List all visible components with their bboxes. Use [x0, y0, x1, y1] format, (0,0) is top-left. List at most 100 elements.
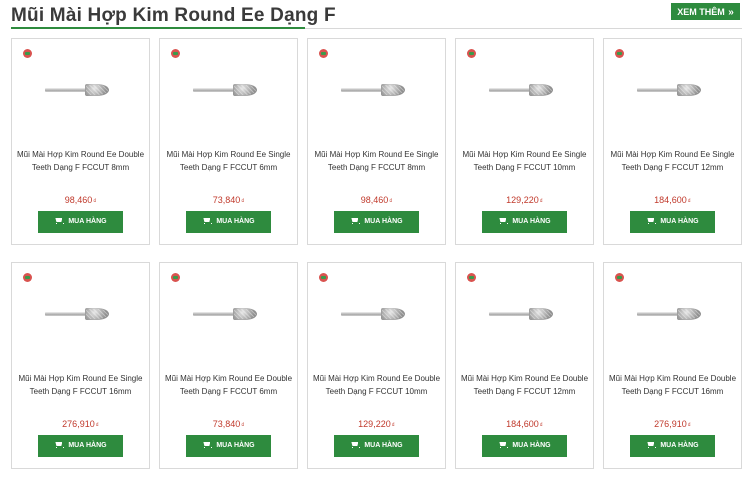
currency-symbol: ₫: [389, 199, 393, 205]
product-image[interactable]: [193, 83, 259, 97]
product-card[interactable]: Mũi Mài Hợp Kim Round Ee Single Teeth Dạ…: [455, 38, 594, 245]
burr-shank: [193, 312, 235, 316]
product-card[interactable]: Mũi Mài Hợp Kim Round Ee Double Teeth Dạ…: [159, 262, 298, 469]
burr-shank: [45, 312, 87, 316]
product-image[interactable]: [637, 307, 703, 321]
brand-badge-icon: [171, 49, 180, 58]
price-value: 129,220: [506, 195, 539, 205]
burr-head: [85, 308, 109, 320]
cart-icon: [54, 441, 65, 448]
buy-button[interactable]: MUA HÀNG: [334, 435, 419, 457]
cart-icon: [350, 441, 361, 448]
product-name-link[interactable]: Mũi Mài Hợp Kim Round Ee Single Teeth Dạ…: [460, 149, 589, 174]
product-image[interactable]: [637, 83, 703, 97]
product-image[interactable]: [341, 307, 407, 321]
brand-badge-icon: [23, 273, 32, 282]
cart-icon: [350, 217, 361, 224]
burr-shank: [45, 88, 87, 92]
product-price: 276,910₫: [604, 419, 741, 429]
product-name-link[interactable]: Mũi Mài Hợp Kim Round Ee Double Teeth Dạ…: [164, 373, 293, 398]
product-name-link[interactable]: Mũi Mài Hợp Kim Round Ee Single Teeth Dạ…: [312, 149, 441, 174]
cart-icon: [54, 217, 65, 224]
product-name-link[interactable]: Mũi Mài Hợp Kim Round Ee Double Teeth Dạ…: [608, 373, 737, 398]
cart-icon: [498, 441, 509, 448]
buy-button-label: MUA HÀNG: [512, 442, 551, 449]
burr-head: [85, 84, 109, 96]
product-name-link[interactable]: Mũi Mài Hợp Kim Round Ee Single Teeth Dạ…: [164, 149, 293, 174]
buy-button-label: MUA HÀNG: [68, 218, 107, 225]
burr-head: [233, 308, 257, 320]
product-image[interactable]: [489, 307, 555, 321]
product-card[interactable]: Mũi Mài Hợp Kim Round Ee Single Teeth Dạ…: [603, 38, 742, 245]
buy-button[interactable]: MUA HÀNG: [186, 211, 271, 233]
currency-symbol: ₫: [687, 423, 691, 429]
burr-shank: [489, 88, 531, 92]
product-image[interactable]: [45, 307, 111, 321]
currency-symbol: ₫: [539, 199, 543, 205]
buy-button-label: MUA HÀNG: [660, 442, 699, 449]
buy-button[interactable]: MUA HÀNG: [334, 211, 419, 233]
section-header: Mũi Mài Hợp Kim Round Ee Dạng F XEM THÊM…: [11, 0, 742, 30]
burr-shank: [341, 88, 383, 92]
buy-button[interactable]: MUA HÀNG: [186, 435, 271, 457]
brand-badge-icon: [23, 49, 32, 58]
product-image[interactable]: [45, 83, 111, 97]
view-more-label: XEM THÊM: [677, 7, 725, 17]
burr-shank: [193, 88, 235, 92]
brand-badge-icon: [171, 273, 180, 282]
double-chevron-right-icon: »: [728, 7, 734, 18]
product-price: 184,600₫: [456, 419, 593, 429]
header-divider-accent: [11, 27, 305, 29]
currency-symbol: ₫: [687, 199, 691, 205]
currency-symbol: ₫: [241, 199, 245, 205]
product-price: 73,840₫: [160, 195, 297, 205]
buy-button-label: MUA HÀNG: [364, 218, 403, 225]
product-card[interactable]: Mũi Mài Hợp Kim Round Ee Single Teeth Dạ…: [307, 38, 446, 245]
product-card[interactable]: Mũi Mài Hợp Kim Round Ee Single Teeth Dạ…: [159, 38, 298, 245]
product-name-link[interactable]: Mũi Mài Hợp Kim Round Ee Double Teeth Dạ…: [460, 373, 589, 398]
price-value: 129,220: [358, 419, 391, 429]
buy-button-label: MUA HÀNG: [364, 442, 403, 449]
product-name-link[interactable]: Mũi Mài Hợp Kim Round Ee Single Teeth Dạ…: [608, 149, 737, 174]
product-image[interactable]: [489, 83, 555, 97]
buy-button[interactable]: MUA HÀNG: [38, 211, 123, 233]
cart-icon: [498, 217, 509, 224]
product-price: 184,600₫: [604, 195, 741, 205]
price-value: 73,840: [212, 419, 241, 429]
burr-shank: [637, 88, 679, 92]
product-price: 98,460₫: [12, 195, 149, 205]
price-value: 184,600: [506, 419, 539, 429]
product-card[interactable]: Mũi Mài Hợp Kim Round Ee Single Teeth Dạ…: [11, 262, 150, 469]
product-image[interactable]: [341, 83, 407, 97]
price-value: 73,840: [212, 195, 241, 205]
product-name-link[interactable]: Mũi Mài Hợp Kim Round Ee Double Teeth Dạ…: [312, 373, 441, 398]
product-image[interactable]: [193, 307, 259, 321]
product-name-link[interactable]: Mũi Mài Hợp Kim Round Ee Double Teeth Dạ…: [16, 149, 145, 174]
buy-button[interactable]: MUA HÀNG: [482, 211, 567, 233]
burr-shank: [341, 312, 383, 316]
product-card[interactable]: Mũi Mài Hợp Kim Round Ee Double Teeth Dạ…: [455, 262, 594, 469]
brand-badge-icon: [615, 273, 624, 282]
brand-badge-icon: [615, 49, 624, 58]
buy-button[interactable]: MUA HÀNG: [38, 435, 123, 457]
buy-button[interactable]: MUA HÀNG: [482, 435, 567, 457]
buy-button-label: MUA HÀNG: [68, 442, 107, 449]
product-name-link[interactable]: Mũi Mài Hợp Kim Round Ee Single Teeth Dạ…: [16, 373, 145, 398]
product-card[interactable]: Mũi Mài Hợp Kim Round Ee Double Teeth Dạ…: [307, 262, 446, 469]
buy-button[interactable]: MUA HÀNG: [630, 211, 715, 233]
product-card[interactable]: Mũi Mài Hợp Kim Round Ee Double Teeth Dạ…: [11, 38, 150, 245]
section-title: Mũi Mài Hợp Kim Round Ee Dạng F: [11, 5, 336, 26]
cart-icon: [202, 217, 213, 224]
cart-icon: [646, 217, 657, 224]
product-price: 73,840₫: [160, 419, 297, 429]
burr-head: [677, 308, 701, 320]
brand-badge-icon: [319, 49, 328, 58]
buy-button-label: MUA HÀNG: [216, 218, 255, 225]
burr-head: [233, 84, 257, 96]
buy-button[interactable]: MUA HÀNG: [630, 435, 715, 457]
price-value: 98,460: [64, 195, 93, 205]
product-card[interactable]: Mũi Mài Hợp Kim Round Ee Double Teeth Dạ…: [603, 262, 742, 469]
buy-button-label: MUA HÀNG: [512, 218, 551, 225]
view-more-button[interactable]: XEM THÊM »: [671, 3, 740, 20]
cart-icon: [202, 441, 213, 448]
